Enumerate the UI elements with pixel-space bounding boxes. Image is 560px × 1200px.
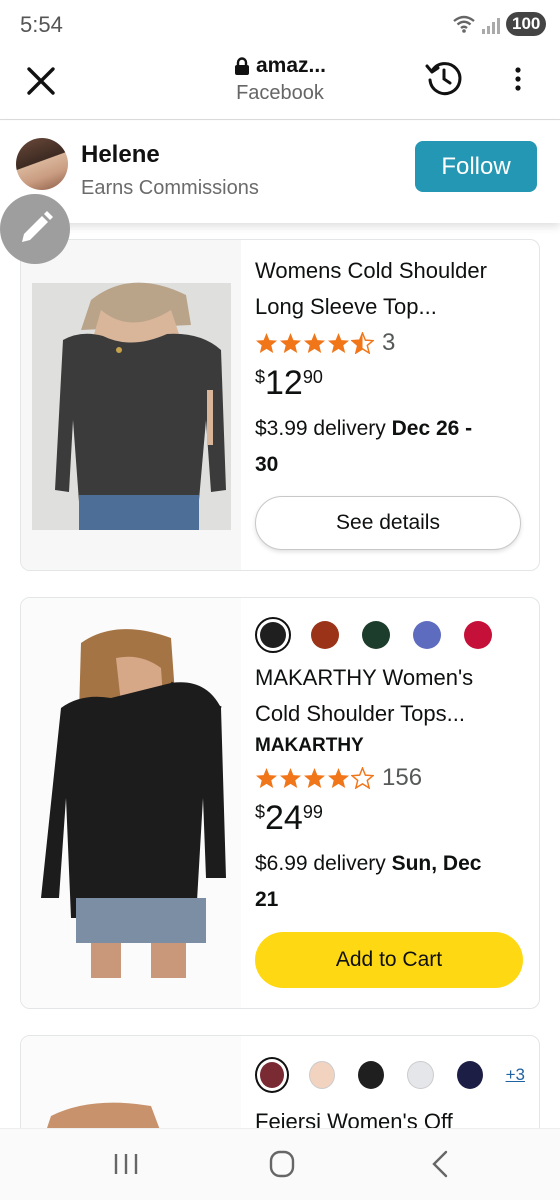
lock-icon [234, 56, 249, 75]
star-full-icon [255, 332, 278, 354]
more-colors-link[interactable]: +3 [506, 1065, 525, 1085]
color-swatch[interactable] [309, 1061, 336, 1089]
delivery-info: $6.99 delivery Sun, Dec 21 [255, 852, 482, 911]
status-bar: 5:54 100 [0, 0, 560, 50]
color-swatches [255, 610, 525, 660]
color-swatch[interactable] [407, 1061, 434, 1089]
wifi-icon [453, 15, 475, 33]
color-swatch[interactable] [413, 621, 441, 649]
system-nav-bar [0, 1128, 560, 1200]
product-price: $ 24 99 [255, 799, 323, 837]
product-image[interactable] [21, 598, 241, 1008]
product-brand: MAKARTHY [255, 735, 364, 756]
close-icon[interactable] [24, 64, 58, 98]
url-domain: amaz... [255, 54, 327, 77]
product-title[interactable]: Womens Cold Shoulder Long Sleeve Top... [255, 253, 525, 325]
url-subtitle: Facebook [236, 82, 324, 104]
star-empty-icon [351, 767, 374, 789]
star-full-icon [303, 767, 326, 789]
product-card[interactable]: Womens Cold Shoulder Long Sleeve Top... … [20, 239, 540, 571]
back-icon[interactable] [420, 1149, 460, 1179]
product-rating[interactable]: 156 [255, 760, 525, 796]
status-time: 5:54 [20, 12, 63, 37]
star-full-icon [327, 332, 350, 354]
review-count[interactable]: 3 [382, 329, 395, 357]
color-swatches: +3 [255, 1050, 525, 1100]
see-details-button[interactable]: See details [255, 496, 521, 550]
product-card[interactable]: MAKARTHY Women's Cold Shoulder Tops... M… [20, 597, 540, 1009]
color-swatch[interactable] [311, 621, 339, 649]
creator-header: Helene Earns Commissions Follow [0, 121, 560, 223]
edit-button[interactable] [0, 194, 70, 264]
color-swatch[interactable] [255, 1057, 290, 1093]
review-count[interactable]: 156 [382, 764, 422, 792]
color-swatch[interactable] [255, 617, 291, 653]
signal-icon [482, 18, 500, 34]
product-price: $ 12 90 [255, 364, 323, 402]
star-rating [255, 767, 374, 789]
add-to-cart-button[interactable]: Add to Cart [255, 932, 523, 988]
product-image[interactable] [21, 240, 241, 570]
product-rating[interactable]: 3 [255, 325, 525, 361]
color-swatch[interactable] [456, 1061, 483, 1089]
creator-name[interactable]: Helene [81, 141, 160, 169]
history-icon[interactable] [424, 58, 464, 98]
pencil-icon [22, 211, 53, 242]
color-swatch[interactable] [362, 621, 390, 649]
product-title[interactable]: MAKARTHY Women's Cold Shoulder Tops... [255, 660, 525, 732]
battery-badge: 100 [506, 12, 547, 36]
more-options-icon[interactable] [508, 66, 528, 92]
star-full-icon [279, 767, 302, 789]
url-display[interactable]: amaz... Facebook [200, 54, 360, 105]
avatar[interactable] [16, 138, 68, 190]
star-half-icon [351, 332, 374, 354]
delivery-info: $3.99 delivery Dec 26 -30 [255, 417, 473, 476]
star-full-icon [255, 767, 278, 789]
color-swatch[interactable] [464, 621, 492, 649]
follow-button[interactable]: Follow [415, 141, 537, 192]
star-rating [255, 332, 374, 354]
star-full-icon [279, 332, 302, 354]
browser-toolbar: amaz... Facebook [0, 50, 560, 120]
star-full-icon [327, 767, 350, 789]
recent-apps-icon[interactable] [106, 1149, 146, 1179]
creator-role: Earns Commissions [81, 177, 259, 199]
color-swatch[interactable] [358, 1061, 385, 1089]
star-full-icon [303, 332, 326, 354]
home-icon[interactable] [262, 1149, 302, 1179]
